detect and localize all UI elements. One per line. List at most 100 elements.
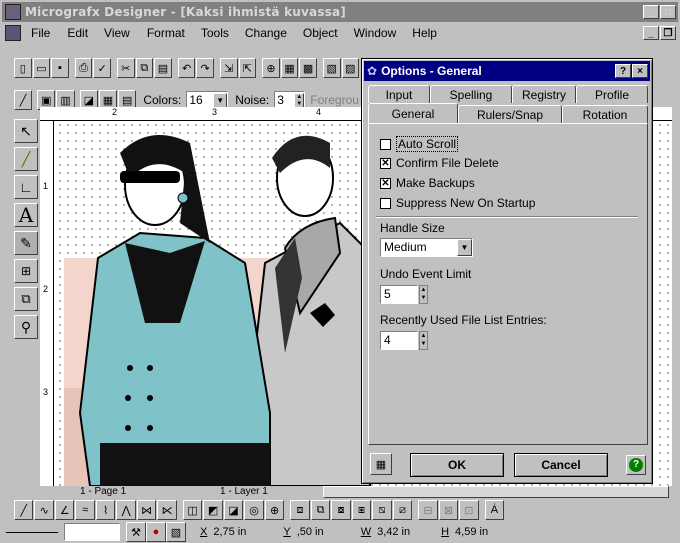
menu-tools[interactable]: Tools — [201, 26, 229, 40]
redo-icon[interactable]: ↷ — [196, 58, 214, 78]
line-tool-icon[interactable]: ╱ — [14, 147, 38, 171]
doc-minimize-button[interactable]: _ — [643, 26, 659, 40]
w-label: W — [360, 526, 372, 538]
align-c-icon[interactable]: ⧇ — [331, 500, 351, 520]
zoom-icon[interactable]: ⊕ — [262, 58, 280, 78]
recent-files-stepper[interactable]: ▲ ▼ — [419, 331, 428, 350]
shape-b-icon[interactable]: ◩ — [203, 500, 223, 520]
stepper-arrows-icon[interactable]: ▲ ▼ — [294, 92, 305, 108]
chevron-down-icon[interactable]: ▼ — [457, 239, 472, 256]
menu-bar: File Edit View Format Tools Change Objec… — [2, 22, 678, 44]
draw-angle-icon[interactable]: ∠ — [54, 500, 75, 520]
menu-help[interactable]: Help — [412, 26, 437, 40]
node-add-icon[interactable]: ⋀ — [116, 500, 136, 520]
align-b-icon[interactable]: ⧉ — [310, 500, 331, 520]
arrange-b-icon[interactable]: ⊠ — [438, 500, 459, 520]
dialog-help-button[interactable]: ? — [615, 64, 631, 78]
status-tool-a-icon[interactable]: ⚒ — [126, 522, 146, 542]
chevron-down-icon[interactable]: ▼ — [213, 92, 228, 108]
node-join-icon[interactable]: ⋈ — [136, 500, 157, 520]
shape-c-icon[interactable]: ◪ — [223, 500, 244, 520]
line-style-icon[interactable]: ╱ — [14, 90, 33, 110]
recent-files-input[interactable]: 4 — [380, 331, 418, 350]
suppress-new-checkbox[interactable] — [380, 198, 391, 209]
ok-button[interactable]: OK — [410, 453, 504, 477]
confirm-delete-checkbox[interactable]: ✕ — [380, 158, 391, 169]
draw-wave-icon[interactable]: ≈ — [75, 500, 95, 520]
menu-edit[interactable]: Edit — [67, 26, 88, 40]
import-icon[interactable]: ⇲ — [219, 58, 238, 78]
align-f-icon[interactable]: ⧄ — [392, 500, 413, 520]
horizontal-scrollbar[interactable] — [323, 486, 669, 498]
check-icon[interactable]: ✓ — [93, 58, 111, 78]
node-icon[interactable]: ⌇ — [95, 500, 116, 520]
cut-icon[interactable]: ✂ — [116, 58, 135, 78]
shape-e-icon[interactable]: ⊕ — [264, 500, 285, 520]
draw-line-icon[interactable]: ╱ — [14, 500, 34, 520]
page-icon[interactable]: ▧ — [322, 58, 341, 78]
maximize-button[interactable]: □ — [660, 5, 676, 19]
chart-tool-icon[interactable]: ⊞ — [14, 259, 38, 283]
doc-restore-button[interactable]: ❐ — [660, 26, 676, 40]
color-swatch[interactable] — [64, 523, 120, 541]
document-icon[interactable] — [5, 25, 21, 41]
node-break-icon[interactable]: ⋉ — [157, 500, 177, 520]
layer-icon[interactable]: ▨ — [341, 58, 360, 78]
menu-format[interactable]: Format — [147, 26, 185, 40]
open-icon[interactable]: ▭ — [32, 58, 51, 78]
tab-rotation[interactable]: Rotation — [562, 105, 648, 123]
help-icon[interactable]: ? — [626, 455, 646, 475]
text-tool-icon[interactable]: A — [14, 203, 38, 227]
make-backups-checkbox[interactable]: ✕ — [380, 178, 391, 189]
tab-rulers-snap[interactable]: Rulers/Snap — [458, 105, 562, 123]
app-icon[interactable] — [5, 4, 21, 20]
draw-curve-icon[interactable]: ∿ — [34, 500, 54, 520]
copy-icon[interactable]: ⧉ — [135, 58, 154, 78]
text-format-icon[interactable]: Ȧ — [484, 500, 505, 520]
make-backups-label: Make Backups — [396, 176, 475, 190]
handle-size-select[interactable]: Medium ▼ — [380, 238, 473, 257]
status-tool-c-icon[interactable]: ▧ — [166, 522, 186, 542]
graph-icon[interactable]: ▦ — [280, 58, 299, 78]
grid-icon[interactable]: ▩ — [299, 58, 317, 78]
pen-tool-icon[interactable]: ✎ — [14, 231, 38, 255]
tab-spelling[interactable]: Spelling — [430, 85, 512, 103]
save-icon[interactable]: ▪ — [51, 58, 69, 78]
pointer-tool-icon[interactable]: ↖ — [14, 119, 38, 143]
align-d-icon[interactable]: ⧆ — [351, 500, 372, 520]
undo-limit-input[interactable]: 5 — [380, 285, 418, 304]
arrange-c-icon[interactable]: ⊡ — [459, 500, 479, 520]
symbol-tool-icon[interactable]: ⧉ — [14, 287, 38, 311]
curve-tool-icon[interactable]: ∟ — [14, 175, 38, 199]
layer-tab[interactable]: 1 - Layer 1 — [220, 486, 268, 497]
arrange-a-icon[interactable]: ⊟ — [418, 500, 438, 520]
tab-general[interactable]: General — [368, 103, 458, 123]
zoom-tool-icon[interactable]: ⚲ — [14, 315, 38, 339]
export-icon[interactable]: ⇱ — [238, 58, 257, 78]
menu-file[interactable]: File — [31, 26, 50, 40]
confirm-delete-label: Confirm File Delete — [396, 156, 499, 170]
minimize-button[interactable]: _ — [643, 5, 659, 19]
page-tab[interactable]: 1 - Page 1 — [80, 486, 126, 497]
new-icon[interactable]: ▯ — [14, 58, 32, 78]
menu-object[interactable]: Object — [303, 26, 338, 40]
status-tool-b-icon[interactable]: ● — [146, 522, 166, 542]
paste-icon[interactable]: ▤ — [154, 58, 172, 78]
menu-view[interactable]: View — [104, 26, 130, 40]
cancel-button[interactable]: Cancel — [514, 453, 608, 477]
align-a-icon[interactable]: ⧈ — [290, 500, 310, 520]
shape-a-icon[interactable]: ◫ — [182, 500, 203, 520]
menu-change[interactable]: Change — [245, 26, 287, 40]
menu-window[interactable]: Window — [354, 26, 397, 40]
dialog-tool-icon[interactable]: ▦ — [370, 453, 392, 475]
shape-d-icon[interactable]: ◎ — [244, 500, 264, 520]
tab-registry[interactable]: Registry — [512, 85, 576, 103]
undo-icon[interactable]: ↶ — [177, 58, 196, 78]
undo-limit-stepper[interactable]: ▲ ▼ — [419, 285, 428, 304]
align-e-icon[interactable]: ⧅ — [372, 500, 392, 520]
print-icon[interactable]: ⎙ — [74, 58, 93, 78]
dialog-close-button[interactable]: × — [632, 64, 648, 78]
tab-profile[interactable]: Profile — [576, 85, 648, 103]
tab-input[interactable]: Input — [368, 85, 430, 103]
auto-scroll-checkbox[interactable] — [380, 139, 391, 150]
